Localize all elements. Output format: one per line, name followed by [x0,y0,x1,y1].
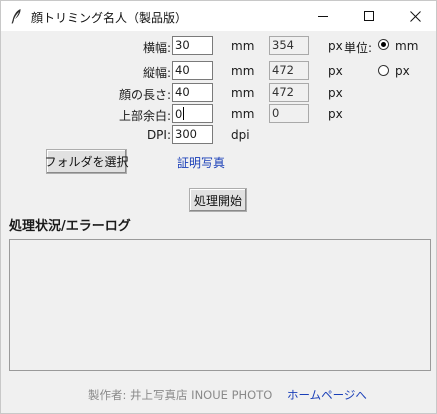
log-textarea[interactable] [9,239,431,371]
unit-radio-px[interactable] [378,65,389,76]
top-margin-label: 上部余白: [118,109,171,123]
top-margin-px-unit: px [328,107,343,121]
top-margin-unit: mm [231,107,255,121]
text-cursor [183,107,185,120]
credit-text: 製作者: 井上写真店 INOUE PHOTO [88,388,273,402]
height-px-value: 472 [269,61,309,80]
app-window: 顔トリミング名人（製品版） 横幅: 30 mm 354 px 単位: mm 縦幅… [0,0,437,414]
top-margin-input[interactable]: 0 [172,104,213,123]
minimize-icon [317,15,328,17]
height-label: 縦幅: [142,66,171,80]
title-bar: 顔トリミング名人（製品版） [1,1,436,31]
face-length-label: 顔の長さ: [118,88,171,102]
unit-label: 単位: [344,41,373,55]
width-unit: mm [231,39,255,53]
top-margin-value: 0 [175,107,183,121]
homepage-link[interactable]: ホームページへ [287,387,367,403]
window-title: 顔トリミング名人（製品版） [31,11,188,25]
face-length-px-value: 472 [269,83,309,102]
height-input[interactable]: 40 [172,61,213,80]
minimize-button[interactable] [300,1,346,31]
face-length-unit: mm [231,86,255,100]
start-processing-button[interactable]: 処理開始 [189,188,247,212]
width-px-unit: px [328,39,343,53]
unit-radio-px-label[interactable]: px [395,64,410,78]
feather-icon [11,9,21,24]
width-px-value: 354 [269,36,309,55]
width-input[interactable]: 30 [172,36,213,55]
close-button[interactable] [392,1,437,31]
select-folder-button[interactable]: フォルダを選択 [45,149,129,174]
dpi-input[interactable]: 300 [172,125,213,144]
maximize-icon [363,10,374,21]
top-margin-px-value: 0 [269,104,309,123]
dpi-label: DPI: [146,128,171,142]
face-length-input[interactable]: 40 [172,83,213,102]
maximize-button[interactable] [346,1,392,31]
folder-name: 証明写真 [177,156,226,170]
width-label: 横幅: [142,41,171,55]
unit-radio-mm[interactable] [378,39,389,50]
height-px-unit: px [328,64,343,78]
face-length-px-unit: px [328,86,343,100]
height-unit: mm [231,64,255,78]
log-heading: 処理状況/エラーログ [9,219,131,234]
dpi-unit: dpi [231,128,250,142]
unit-radio-mm-label[interactable]: mm [395,39,418,53]
close-icon [409,10,421,22]
